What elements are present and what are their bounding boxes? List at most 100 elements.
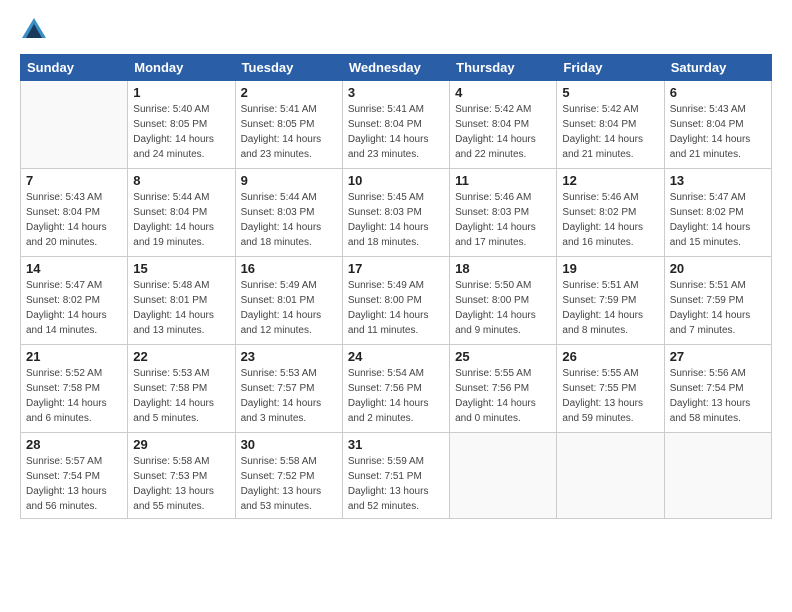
day-info: Sunrise: 5:52 AM Sunset: 7:58 PM Dayligh… [26, 366, 122, 426]
day-info: Sunrise: 5:54 AM Sunset: 7:56 PM Dayligh… [348, 366, 444, 426]
calendar-cell: 23 Sunrise: 5:53 AM Sunset: 7:57 PM Dayli… [235, 345, 342, 433]
calendar-cell: 4Sunrise: 5:42 AM Sunset: 8:04 PM Daylig… [450, 81, 557, 169]
day-number: 31 [348, 437, 444, 452]
day-number: 10 [348, 173, 444, 188]
day-number: 26 [562, 349, 658, 364]
day-number: 15 [133, 261, 229, 276]
day-number: 18 [455, 261, 551, 276]
calendar-cell: 18 Sunrise: 5:50 AM Sunset: 8:00 PM Dayli… [450, 257, 557, 345]
day-number: 12 [562, 173, 658, 188]
calendar-cell: 26 Sunrise: 5:55 AM Sunset: 7:55 PM Dayli… [557, 345, 664, 433]
day-info: Sunrise: 5:58 AM Sunset: 7:52 PM Dayligh… [241, 454, 337, 514]
day-info: Sunrise: 5:43 AM Sunset: 8:04 PM Dayligh… [26, 190, 122, 250]
day-info: Sunrise: 5:53 AM Sunset: 7:58 PM Dayligh… [133, 366, 229, 426]
calendar-cell: 16 Sunrise: 5:49 AM Sunset: 8:01 PM Dayli… [235, 257, 342, 345]
day-number: 20 [670, 261, 766, 276]
calendar-cell [664, 433, 771, 519]
day-info: Sunrise: 5:56 AM Sunset: 7:54 PM Dayligh… [670, 366, 766, 426]
calendar-cell: 22 Sunrise: 5:53 AM Sunset: 7:58 PM Dayli… [128, 345, 235, 433]
calendar-cell: 20 Sunrise: 5:51 AM Sunset: 7:59 PM Dayli… [664, 257, 771, 345]
day-number: 9 [241, 173, 337, 188]
day-number: 6 [670, 85, 766, 100]
calendar-cell: 5 Sunrise: 5:42 AM Sunset: 8:04 PM Daylig… [557, 81, 664, 169]
day-info: Sunrise: 5:55 AM Sunset: 7:56 PM Dayligh… [455, 366, 551, 426]
day-number: 29 [133, 437, 229, 452]
day-info: Sunrise: 5:47 AM Sunset: 8:02 PM Dayligh… [26, 278, 122, 338]
day-number: 27 [670, 349, 766, 364]
day-info: Sunrise: 5:42 AM Sunset: 8:04 PM Dayligh… [562, 102, 658, 162]
calendar-week-3: 21 Sunrise: 5:52 AM Sunset: 7:58 PM Dayli… [21, 345, 772, 433]
calendar-header-sunday: Sunday [21, 55, 128, 81]
day-number: 8 [133, 173, 229, 188]
day-number: 28 [26, 437, 122, 452]
day-number: 21 [26, 349, 122, 364]
calendar-cell [21, 81, 128, 169]
calendar-cell: 17Sunrise: 5:49 AM Sunset: 8:00 PM Dayli… [342, 257, 449, 345]
calendar-cell: 11 Sunrise: 5:46 AM Sunset: 8:03 PM Dayli… [450, 169, 557, 257]
calendar-cell: 6 Sunrise: 5:43 AM Sunset: 8:04 PM Daylig… [664, 81, 771, 169]
day-number: 17 [348, 261, 444, 276]
calendar-cell: 3Sunrise: 5:41 AM Sunset: 8:04 PM Daylig… [342, 81, 449, 169]
calendar-header-monday: Monday [128, 55, 235, 81]
calendar-header-row: SundayMondayTuesdayWednesdayThursdayFrid… [21, 55, 772, 81]
day-info: Sunrise: 5:46 AM Sunset: 8:02 PM Dayligh… [562, 190, 658, 250]
calendar-header-tuesday: Tuesday [235, 55, 342, 81]
calendar-cell: 14 Sunrise: 5:47 AM Sunset: 8:02 PM Dayli… [21, 257, 128, 345]
day-info: Sunrise: 5:47 AM Sunset: 8:02 PM Dayligh… [670, 190, 766, 250]
day-number: 5 [562, 85, 658, 100]
day-info: Sunrise: 5:41 AM Sunset: 8:05 PM Dayligh… [241, 102, 337, 162]
day-info: Sunrise: 5:42 AM Sunset: 8:04 PM Dayligh… [455, 102, 551, 162]
day-info: Sunrise: 5:44 AM Sunset: 8:04 PM Dayligh… [133, 190, 229, 250]
day-number: 25 [455, 349, 551, 364]
calendar-cell: 2 Sunrise: 5:41 AM Sunset: 8:05 PM Daylig… [235, 81, 342, 169]
calendar-cell: 8 Sunrise: 5:44 AM Sunset: 8:04 PM Daylig… [128, 169, 235, 257]
calendar-cell: 7 Sunrise: 5:43 AM Sunset: 8:04 PM Daylig… [21, 169, 128, 257]
calendar-cell: 12 Sunrise: 5:46 AM Sunset: 8:02 PM Dayli… [557, 169, 664, 257]
day-number: 7 [26, 173, 122, 188]
calendar-cell: 13 Sunrise: 5:47 AM Sunset: 8:02 PM Dayli… [664, 169, 771, 257]
logo-icon [20, 16, 48, 44]
day-info: Sunrise: 5:49 AM Sunset: 8:01 PM Dayligh… [241, 278, 337, 338]
calendar-header-wednesday: Wednesday [342, 55, 449, 81]
day-number: 13 [670, 173, 766, 188]
day-number: 30 [241, 437, 337, 452]
day-number: 19 [562, 261, 658, 276]
day-number: 1 [133, 85, 229, 100]
header [20, 16, 772, 44]
day-info: Sunrise: 5:51 AM Sunset: 7:59 PM Dayligh… [562, 278, 658, 338]
day-number: 23 [241, 349, 337, 364]
calendar-cell: 28 Sunrise: 5:57 AM Sunset: 7:54 PM Dayli… [21, 433, 128, 519]
calendar-header-friday: Friday [557, 55, 664, 81]
calendar-week-4: 28 Sunrise: 5:57 AM Sunset: 7:54 PM Dayli… [21, 433, 772, 519]
day-number: 2 [241, 85, 337, 100]
calendar-cell: 19 Sunrise: 5:51 AM Sunset: 7:59 PM Dayli… [557, 257, 664, 345]
day-info: Sunrise: 5:46 AM Sunset: 8:03 PM Dayligh… [455, 190, 551, 250]
day-info: Sunrise: 5:55 AM Sunset: 7:55 PM Dayligh… [562, 366, 658, 426]
day-info: Sunrise: 5:59 AM Sunset: 7:51 PM Dayligh… [348, 454, 444, 514]
page: SundayMondayTuesdayWednesdayThursdayFrid… [0, 0, 792, 529]
day-info: Sunrise: 5:58 AM Sunset: 7:53 PM Dayligh… [133, 454, 229, 514]
calendar-cell: 1Sunrise: 5:40 AM Sunset: 8:05 PM Daylig… [128, 81, 235, 169]
day-number: 22 [133, 349, 229, 364]
calendar-week-1: 7 Sunrise: 5:43 AM Sunset: 8:04 PM Daylig… [21, 169, 772, 257]
calendar-cell: 24 Sunrise: 5:54 AM Sunset: 7:56 PM Dayli… [342, 345, 449, 433]
day-info: Sunrise: 5:43 AM Sunset: 8:04 PM Dayligh… [670, 102, 766, 162]
day-number: 14 [26, 261, 122, 276]
day-info: Sunrise: 5:50 AM Sunset: 8:00 PM Dayligh… [455, 278, 551, 338]
calendar-week-0: 1Sunrise: 5:40 AM Sunset: 8:05 PM Daylig… [21, 81, 772, 169]
calendar-header-saturday: Saturday [664, 55, 771, 81]
day-info: Sunrise: 5:57 AM Sunset: 7:54 PM Dayligh… [26, 454, 122, 514]
calendar-header-thursday: Thursday [450, 55, 557, 81]
calendar-cell [450, 433, 557, 519]
calendar-cell: 25 Sunrise: 5:55 AM Sunset: 7:56 PM Dayli… [450, 345, 557, 433]
day-info: Sunrise: 5:53 AM Sunset: 7:57 PM Dayligh… [241, 366, 337, 426]
calendar-table: SundayMondayTuesdayWednesdayThursdayFrid… [20, 54, 772, 519]
day-info: Sunrise: 5:51 AM Sunset: 7:59 PM Dayligh… [670, 278, 766, 338]
calendar-cell: 31 Sunrise: 5:59 AM Sunset: 7:51 PM Dayli… [342, 433, 449, 519]
day-number: 16 [241, 261, 337, 276]
day-number: 24 [348, 349, 444, 364]
day-number: 11 [455, 173, 551, 188]
calendar-cell: 30 Sunrise: 5:58 AM Sunset: 7:52 PM Dayli… [235, 433, 342, 519]
day-info: Sunrise: 5:45 AM Sunset: 8:03 PM Dayligh… [348, 190, 444, 250]
calendar-cell: 21 Sunrise: 5:52 AM Sunset: 7:58 PM Dayli… [21, 345, 128, 433]
